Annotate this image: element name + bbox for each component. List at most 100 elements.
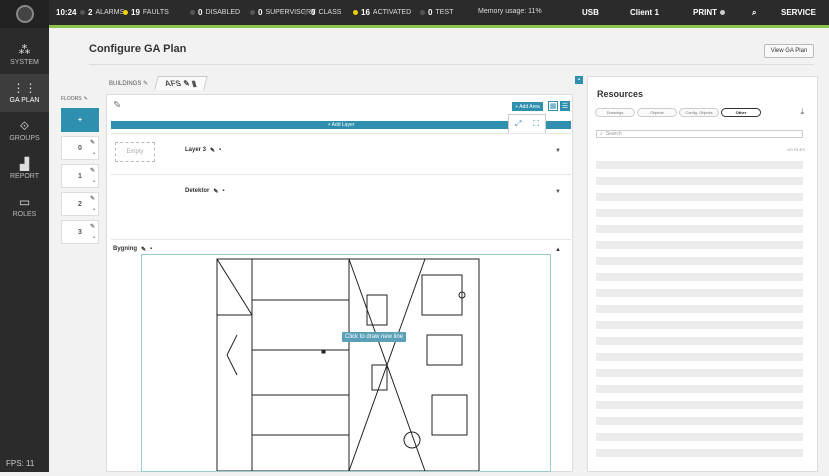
- list-item: [596, 177, 803, 185]
- layer-name: Layer 3: [185, 147, 207, 153]
- sidebar-item-roles[interactable]: ▭ ROLES: [0, 188, 49, 226]
- chevron-down-icon[interactable]: ▼: [555, 148, 561, 154]
- trash-icon[interactable]: ▪: [219, 147, 221, 154]
- floor-plan-canvas[interactable]: [141, 254, 551, 472]
- title-divider: [89, 64, 814, 65]
- activated-counter[interactable]: 16 ACTIVATED: [353, 8, 411, 17]
- view-ga-plan-button[interactable]: View GA Plan: [764, 44, 814, 58]
- app-logo[interactable]: [0, 0, 49, 28]
- layer-row[interactable]: Empty Layer 3 ✎ ▪ ▼: [111, 133, 571, 169]
- edit-icon[interactable]: ✎: [213, 188, 218, 195]
- tab-drawings[interactable]: Drawings: [595, 108, 635, 117]
- supervisory-dot-icon: [250, 10, 255, 15]
- trash-icon[interactable]: ▪: [93, 235, 95, 241]
- sidebar-item-system[interactable]: ⁂ SYSTEM: [0, 36, 49, 74]
- sidebar: ⁂ SYSTEM ⋮⋮ GA PLAN ⟐ GROUPS ▟ REPORT ▭ …: [0, 28, 49, 472]
- edit-icon[interactable]: ✎: [210, 147, 215, 154]
- print-status-icon: [720, 10, 725, 15]
- chevron-down-icon[interactable]: ▼: [555, 189, 561, 195]
- alarms-counter[interactable]: 2 ALARMS: [80, 8, 124, 17]
- disabled-dot-icon: [190, 10, 195, 15]
- list-item: [596, 209, 803, 217]
- service-button[interactable]: SERVICE: [781, 8, 816, 17]
- report-icon: ▟: [19, 157, 30, 171]
- layer-thumbnail: Empty: [115, 142, 155, 162]
- draw-tools: ⤢ ⛶: [508, 114, 546, 134]
- memory-usage: Memory usage: 11%: [478, 8, 542, 15]
- sidebar-item-groups[interactable]: ⟐ GROUPS: [0, 112, 49, 150]
- sidebar-item-label: GROUPS: [9, 135, 40, 142]
- tab-other[interactable]: Other: [721, 108, 761, 117]
- search-icon[interactable]: ⌕: [752, 8, 756, 18]
- trash-icon[interactable]: ▪: [150, 246, 152, 253]
- list-item: [596, 273, 803, 281]
- list-item: [596, 337, 803, 345]
- print-button[interactable]: PRINT: [693, 8, 725, 17]
- tab-objects[interactable]: Objects: [637, 108, 677, 117]
- class-counter[interactable]: 0 CLASS: [303, 8, 341, 17]
- logo-icon: [15, 5, 34, 23]
- trash-icon[interactable]: ▪: [93, 207, 95, 213]
- draw-polygon-icon[interactable]: ⛶: [533, 119, 539, 129]
- floor-item[interactable]: 2 ✎ ▪: [61, 192, 99, 216]
- list-item: [596, 241, 803, 249]
- ga-plan-icon: ⋮⋮: [12, 81, 37, 95]
- fault-dot-icon: [123, 10, 128, 15]
- client-button[interactable]: Client 1: [630, 8, 659, 17]
- main-content: Configure GA Plan View GA Plan BUILDINGS…: [49, 28, 829, 472]
- pencil-icon[interactable]: ✎: [113, 100, 121, 111]
- trash-icon[interactable]: ▪: [222, 188, 224, 195]
- layer-thumbnail: [115, 183, 155, 203]
- search-input[interactable]: ⌕ Search: [596, 130, 803, 138]
- clock: 10:24: [56, 8, 77, 17]
- layer-editor: ✎ + Add Area ▦ ☰ + Add Layer ⤢ ⛶ Empty L…: [106, 94, 573, 472]
- tab-config-objects[interactable]: Config. Objects: [679, 108, 719, 117]
- floor-item[interactable]: 0 ✎ ▪: [61, 136, 99, 160]
- floor-item[interactable]: 3 ✎ ▪: [61, 220, 99, 244]
- edit-icon[interactable]: ✎: [90, 139, 95, 146]
- collapse-panel-button[interactable]: ▪: [575, 76, 583, 84]
- resources-panel: Resources Drawings Objects Config. Objec…: [587, 76, 818, 472]
- add-layer-button[interactable]: + Add Layer: [111, 121, 571, 129]
- sidebar-item-ga-plan[interactable]: ⋮⋮ GA PLAN: [0, 74, 49, 112]
- page-title: Configure GA Plan: [89, 43, 187, 55]
- layer-name: Detektor: [185, 188, 210, 194]
- plan-layer: Bygning ✎ ▪ ▲: [111, 239, 571, 472]
- grid-view-icon[interactable]: ▦: [548, 101, 558, 111]
- add-floor-button[interactable]: +: [61, 108, 99, 132]
- layer-name: Bygning: [113, 246, 137, 252]
- floor-plan-drawing: [216, 258, 480, 472]
- edit-icon[interactable]: ✎: [90, 167, 95, 174]
- chevron-up-icon[interactable]: ▲: [555, 247, 561, 253]
- add-area-button[interactable]: + Add Area: [512, 102, 543, 111]
- list-item: [596, 193, 803, 201]
- trash-icon[interactable]: ▪: [93, 151, 95, 157]
- edit-icon[interactable]: ✎: [90, 195, 95, 202]
- list-item: [596, 225, 803, 233]
- faults-counter[interactable]: 19 FAULTS: [123, 8, 169, 17]
- edit-icon[interactable]: ✎: [84, 96, 88, 102]
- sidebar-item-report[interactable]: ▟ REPORT: [0, 150, 49, 188]
- usb-button[interactable]: USB: [582, 8, 599, 17]
- trash-icon[interactable]: ▮: [191, 79, 198, 88]
- disabled-counter[interactable]: 0 DISABLED: [190, 8, 240, 17]
- list-item: [596, 289, 803, 297]
- draw-line-icon[interactable]: ⤢: [515, 119, 521, 129]
- breadcrumb: BUILDINGS ✎ AFS ✎ ▮: [109, 76, 208, 90]
- edit-icon[interactable]: ✎: [141, 246, 146, 253]
- sidebar-item-label: GA PLAN: [9, 97, 40, 104]
- list-view-icon[interactable]: ☰: [560, 101, 570, 111]
- resource-tabs: Drawings Objects Config. Objects Other: [595, 108, 761, 117]
- roles-icon: ▭: [18, 195, 31, 209]
- draw-tooltip: Click to draw new line: [342, 332, 407, 342]
- trash-icon[interactable]: ▪: [93, 179, 95, 185]
- alarm-dot-icon: [80, 10, 85, 15]
- test-counter[interactable]: 0 TEST: [420, 8, 453, 17]
- building-tab[interactable]: AFS ✎ ▮: [154, 76, 208, 90]
- breadcrumb-buildings[interactable]: BUILDINGS ✎: [109, 80, 148, 87]
- test-dot-icon: [420, 10, 425, 15]
- floor-item[interactable]: 1 ✎ ▪: [61, 164, 99, 188]
- download-icon[interactable]: ⤓: [800, 107, 804, 117]
- layer-row[interactable]: Detektor ✎ ▪ ▼: [111, 174, 571, 210]
- edit-icon[interactable]: ✎: [90, 223, 95, 230]
